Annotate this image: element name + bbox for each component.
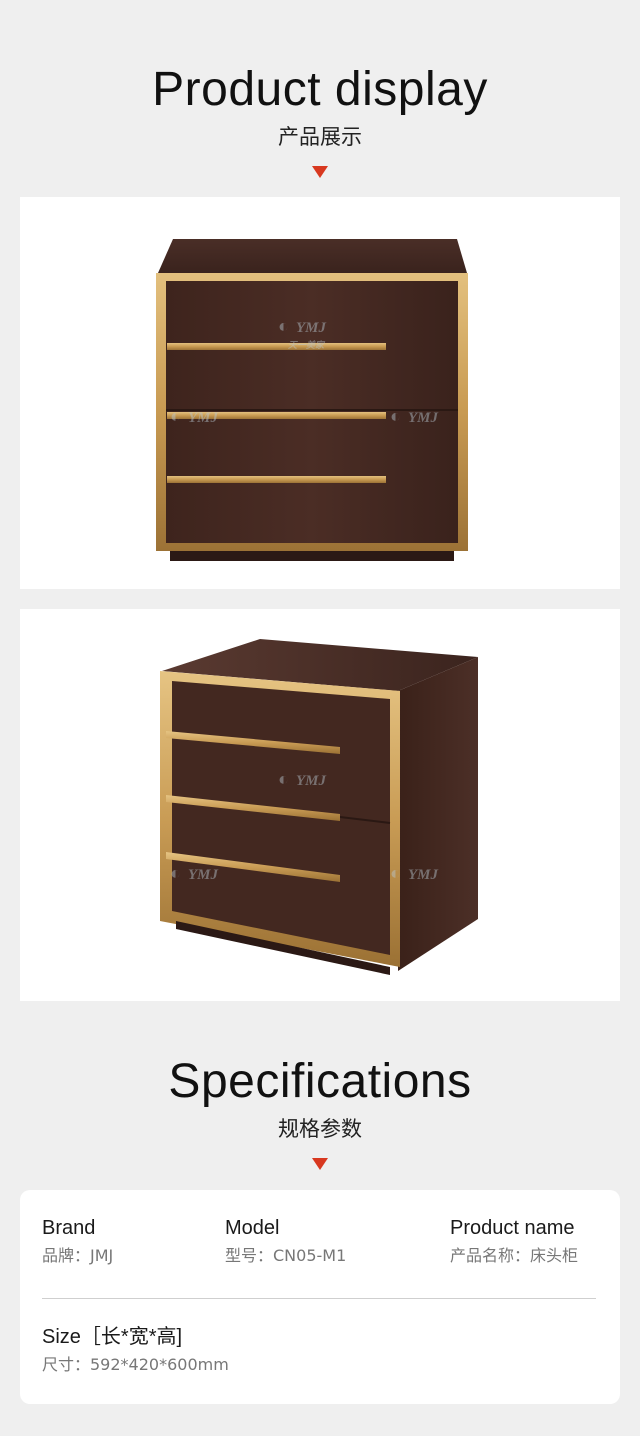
svg-text:◐: ◐ xyxy=(390,863,401,883)
spec-product-name-label: Product name xyxy=(450,1217,575,1239)
svg-text:◐: ◐ xyxy=(278,316,289,336)
spec-product-name-value: 产品名称：床头柜 xyxy=(450,1246,579,1265)
watermark-logo-subtext: 天一美家 xyxy=(288,340,326,350)
svg-text:YMJ: YMJ xyxy=(188,867,219,883)
specifications-title: Specifications xyxy=(168,1055,472,1108)
spec-size: Size［长*宽*高] 尺寸：592*420*600mm xyxy=(42,1324,229,1376)
spec-size-value: 尺寸：592*420*600mm xyxy=(42,1355,229,1374)
spec-brand: Brand 品牌：JMJ xyxy=(42,1215,113,1267)
spec-size-label: Size［长*宽*高] xyxy=(42,1326,183,1348)
nightstand-front-image: ◐ YMJ 天一美家 ◐ YMJ ◐ YMJ xyxy=(156,239,468,561)
spec-divider xyxy=(42,1298,596,1299)
spec-brand-value: 品牌：JMJ xyxy=(42,1246,114,1265)
down-triangle-icon xyxy=(312,1158,328,1170)
product-photo-front: ◐ YMJ 天一美家 ◐ YMJ ◐ YMJ xyxy=(20,197,620,589)
spec-model-value: 型号：CN05-M1 xyxy=(225,1246,347,1265)
svg-text:YMJ: YMJ xyxy=(408,867,439,883)
product-display-subtitle: 产品展示 xyxy=(278,125,362,149)
svg-text:YMJ: YMJ xyxy=(296,773,327,789)
specifications-heading: Specifications 规格参数 xyxy=(0,1054,640,1170)
spec-product-name: Product name 产品名称：床头柜 xyxy=(450,1215,578,1267)
svg-text:◐: ◐ xyxy=(170,406,181,426)
spec-model-label: Model xyxy=(225,1217,280,1239)
watermark-logo-text: YMJ xyxy=(296,320,327,336)
product-display-title: Product display xyxy=(152,63,488,116)
svg-text:◐: ◐ xyxy=(278,769,289,789)
down-triangle-icon xyxy=(312,166,328,178)
svg-text:◐: ◐ xyxy=(170,863,181,883)
spec-card: Brand 品牌：JMJ Model 型号：CN05-M1 Product na… xyxy=(20,1190,620,1404)
svg-text:YMJ: YMJ xyxy=(188,410,219,426)
svg-text:◐: ◐ xyxy=(390,406,401,426)
spec-model: Model 型号：CN05-M1 xyxy=(225,1215,346,1267)
product-photo-angled: ◐ YMJ ◐ YMJ ◐ YMJ xyxy=(20,609,620,1001)
specifications-subtitle: 规格参数 xyxy=(278,1117,362,1141)
product-display-heading: Product display 产品展示 xyxy=(0,62,640,178)
svg-text:YMJ: YMJ xyxy=(408,410,439,426)
spec-brand-label: Brand xyxy=(42,1217,96,1239)
nightstand-angled-image: ◐ YMJ ◐ YMJ ◐ YMJ xyxy=(160,639,478,975)
